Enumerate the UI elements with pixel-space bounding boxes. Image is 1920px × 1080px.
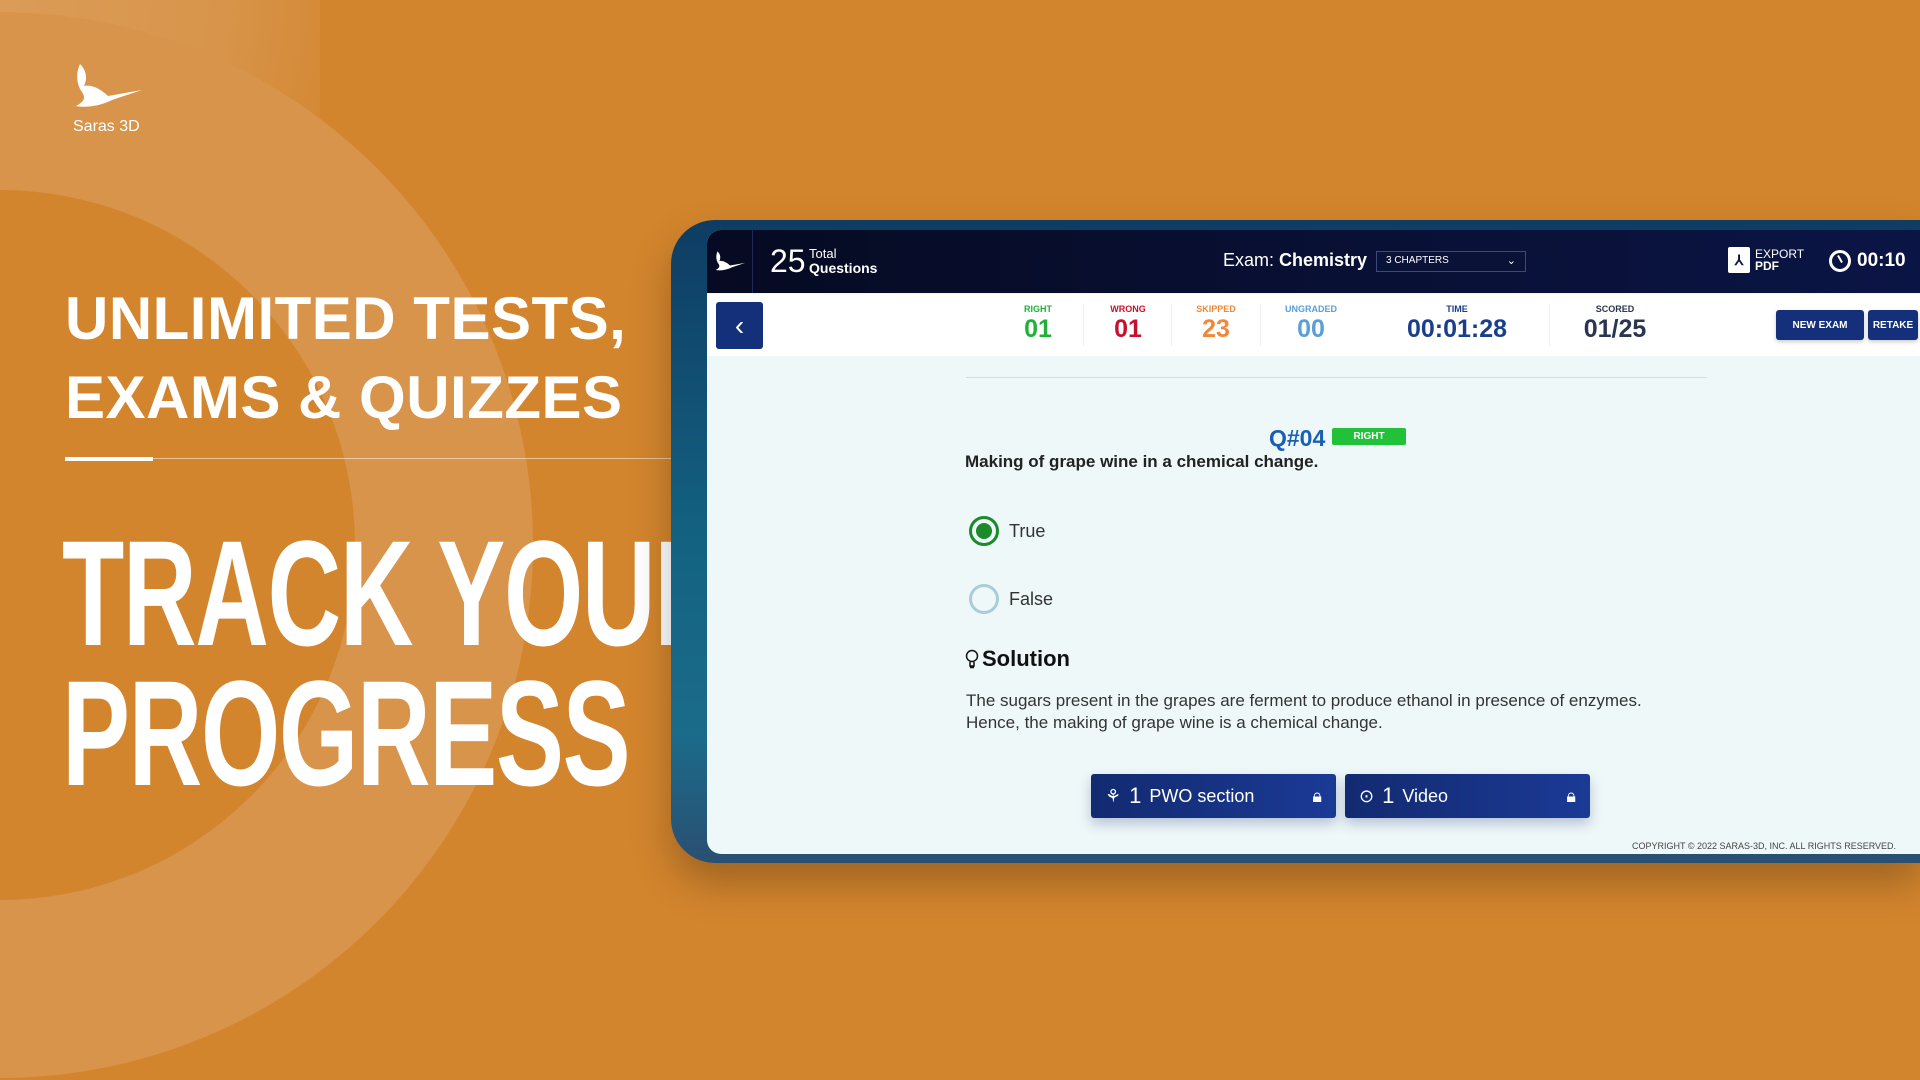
app-header: 25 Total Questions Exam: Chemistry 3 CHAP…: [707, 230, 1920, 293]
bird-logo-icon: [715, 250, 745, 270]
divider: [966, 377, 1707, 378]
option-true[interactable]: True: [969, 516, 1045, 546]
question-number: Q#04: [1269, 425, 1326, 451]
copyright: COPYRIGHT © 2022 SARAS-3D, INC. ALL RIGH…: [1632, 841, 1897, 851]
bird-logo-icon: [76, 64, 142, 107]
clock-icon: [1829, 250, 1851, 272]
pwo-section-button[interactable]: ⚘ 1 PWO section 🔒︎: [1091, 774, 1336, 818]
chevron-left-icon: ‹: [734, 309, 745, 341]
exam-title: Exam: Chemistry: [1223, 250, 1367, 271]
stat-value: 01: [1024, 315, 1052, 343]
lightbulb-icon: [965, 649, 979, 669]
stat-value: 01/25: [1583, 315, 1647, 343]
stat-label: SCORED: [1595, 304, 1635, 314]
timer-value: 00:10: [1857, 250, 1906, 271]
stat-skipped: SKIPPED 23: [1196, 304, 1236, 344]
exam-timer: 00:10: [1829, 250, 1906, 272]
lock-icon: 🔒︎: [1312, 785, 1322, 806]
brand-name: Saras 3D: [73, 118, 140, 135]
chevron-down-icon: ⌄: [1506, 255, 1516, 267]
separator: [1549, 304, 1550, 346]
chapters-select-value: 3 CHAPTERS: [1386, 255, 1449, 266]
chapters-select[interactable]: 3 CHAPTERS ⌄: [1376, 251, 1526, 272]
model-icon: ⚘: [1105, 785, 1122, 806]
resource-count: 1: [1382, 783, 1395, 808]
exam-prefix: Exam:: [1223, 250, 1275, 270]
total-count: 25: [770, 243, 806, 279]
stat-value: 01: [1114, 315, 1142, 343]
stat-value: 00:01:28: [1406, 315, 1508, 343]
solution-line-1: The sugars present in the grapes are fer…: [966, 691, 1642, 710]
stat-label: WRONG: [1110, 304, 1146, 314]
play-icon: ⊙: [1359, 785, 1375, 806]
exam-name: Chemistry: [1279, 250, 1368, 270]
radio-selected[interactable]: [969, 516, 999, 546]
stat-label: UNGRADED: [1284, 304, 1338, 314]
stats-bar: ‹ RIGHT 01 WRONG 01 SKIPPED 23 UNGRADED 00 T…: [707, 294, 1920, 356]
stat-wrong: WRONG 01: [1110, 304, 1146, 344]
option-false[interactable]: False: [969, 584, 1053, 614]
stat-right: RIGHT 01: [1024, 304, 1052, 344]
tagline-line-2: PROGRESS: [62, 649, 631, 817]
back-button[interactable]: ‹: [716, 302, 763, 349]
stat-value: 00: [1297, 315, 1325, 343]
app-screen: 25 Total Questions Exam: Chemistry 3 CHAP…: [707, 230, 1920, 854]
option-label: True: [1009, 520, 1046, 541]
resource-count: 1: [1129, 783, 1142, 808]
headline-line-2: EXAMS & QUIZZES: [65, 364, 623, 431]
separator: [1083, 304, 1084, 346]
export-pdf-button[interactable]: ⅄ EXPORT PDF: [1728, 247, 1804, 273]
resource-label: Video: [1402, 785, 1449, 806]
resource-label: PWO section: [1149, 785, 1255, 806]
solution-line-2: Hence, the making of grape wine is a che…: [966, 713, 1383, 732]
tagline-line-1: TRACK YOUR: [62, 509, 728, 677]
stat-label: TIME: [1446, 304, 1468, 314]
pdf-icon: ⅄: [1728, 247, 1750, 273]
headline-line-1: UNLIMITED TESTS,: [65, 285, 627, 352]
stat-label: RIGHT: [1024, 304, 1052, 314]
new-exam-button[interactable]: NEW EXAM: [1776, 310, 1864, 340]
total-label-1: Total: [809, 246, 837, 261]
brand-logo: Saras 3D: [66, 62, 146, 136]
divider: [65, 458, 671, 459]
solution-heading: Solution: [965, 646, 1070, 672]
solution-text: The sugars present in the grapes are fer…: [966, 690, 1642, 734]
stat-ungraded: UNGRADED 00: [1285, 304, 1337, 344]
stat-value: 23: [1202, 315, 1230, 343]
stat-scored: SCORED 01/25: [1584, 304, 1647, 344]
stat-label: SKIPPED: [1196, 304, 1236, 314]
total-label-2: Questions: [809, 260, 878, 276]
total-label: Total Questions: [809, 247, 877, 276]
app-logo[interactable]: [707, 230, 753, 293]
video-button[interactable]: ⊙ 1 Video 🔒︎: [1345, 774, 1590, 818]
status-badge: RIGHT: [1332, 428, 1406, 445]
stat-time: TIME 00:01:28: [1407, 304, 1507, 344]
pdf-label: PDF: [1755, 259, 1779, 273]
retake-button[interactable]: RETAKE: [1868, 310, 1918, 340]
divider-accent: [65, 457, 153, 461]
separator: [1171, 304, 1172, 346]
radio-unselected[interactable]: [969, 584, 999, 614]
question-text: Making of grape wine in a chemical chang…: [965, 452, 1319, 471]
separator: [1260, 304, 1261, 346]
solution-title: Solution: [982, 646, 1070, 671]
option-label: False: [1009, 588, 1054, 609]
lock-icon: 🔒︎: [1566, 785, 1576, 806]
